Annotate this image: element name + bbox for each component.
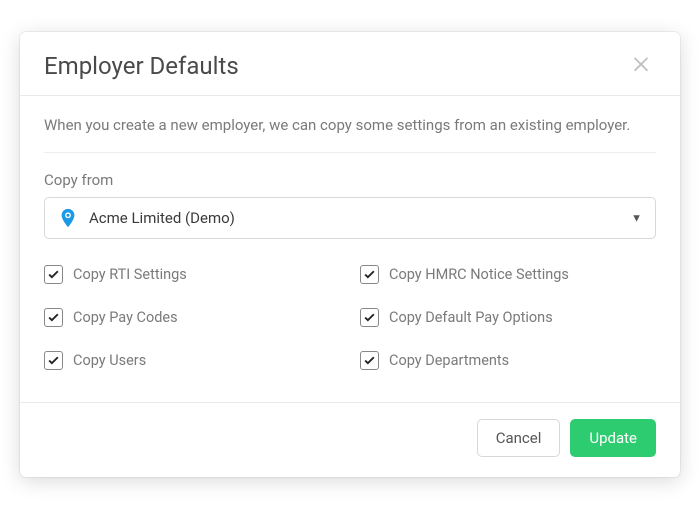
checkbox-label: Copy Users: [73, 352, 146, 369]
divider: [44, 152, 656, 153]
employer-select-field[interactable]: Acme Limited (Demo): [44, 197, 656, 239]
checkbox-label: Copy Departments: [389, 352, 509, 369]
copy-from-label: Copy from: [44, 171, 656, 189]
check-icon: [47, 311, 60, 324]
checkbox-box: [44, 265, 63, 284]
check-icon: [363, 354, 376, 367]
checkbox-grid: Copy RTI Settings Copy HMRC Notice Setti…: [44, 265, 656, 370]
modal-body: When you create a new employer, we can c…: [20, 96, 680, 402]
modal-header: Employer Defaults: [20, 32, 680, 96]
check-icon: [363, 268, 376, 281]
checkbox-box: [360, 308, 379, 327]
checkbox-label: Copy Pay Codes: [73, 309, 178, 326]
checkbox-label: Copy HMRC Notice Settings: [389, 266, 569, 283]
modal-description: When you create a new employer, we can c…: [44, 116, 656, 134]
checkbox-label: Copy RTI Settings: [73, 266, 187, 283]
employer-select-value: Acme Limited (Demo): [89, 209, 235, 227]
checkbox-copy-users[interactable]: Copy Users: [44, 351, 340, 370]
checkbox-box: [360, 351, 379, 370]
check-icon: [47, 354, 60, 367]
modal-footer: Cancel Update: [20, 402, 680, 477]
checkbox-copy-departments[interactable]: Copy Departments: [360, 351, 656, 370]
modal-title: Employer Defaults: [44, 52, 239, 80]
checkbox-box: [44, 308, 63, 327]
employer-defaults-modal: Employer Defaults When you create a new …: [20, 32, 680, 477]
cancel-button[interactable]: Cancel: [477, 419, 561, 457]
update-button[interactable]: Update: [570, 419, 656, 457]
check-icon: [47, 268, 60, 281]
checkbox-copy-hmrc[interactable]: Copy HMRC Notice Settings: [360, 265, 656, 284]
checkbox-label: Copy Default Pay Options: [389, 309, 553, 326]
checkbox-box: [360, 265, 379, 284]
checkbox-copy-rti[interactable]: Copy RTI Settings: [44, 265, 340, 284]
pin-icon: [57, 207, 79, 229]
employer-select[interactable]: Acme Limited (Demo) ▼: [44, 197, 656, 239]
close-icon[interactable]: [626, 50, 656, 81]
checkbox-box: [44, 351, 63, 370]
checkbox-copy-paycodes[interactable]: Copy Pay Codes: [44, 308, 340, 327]
check-icon: [363, 311, 376, 324]
checkbox-copy-payoptions[interactable]: Copy Default Pay Options: [360, 308, 656, 327]
